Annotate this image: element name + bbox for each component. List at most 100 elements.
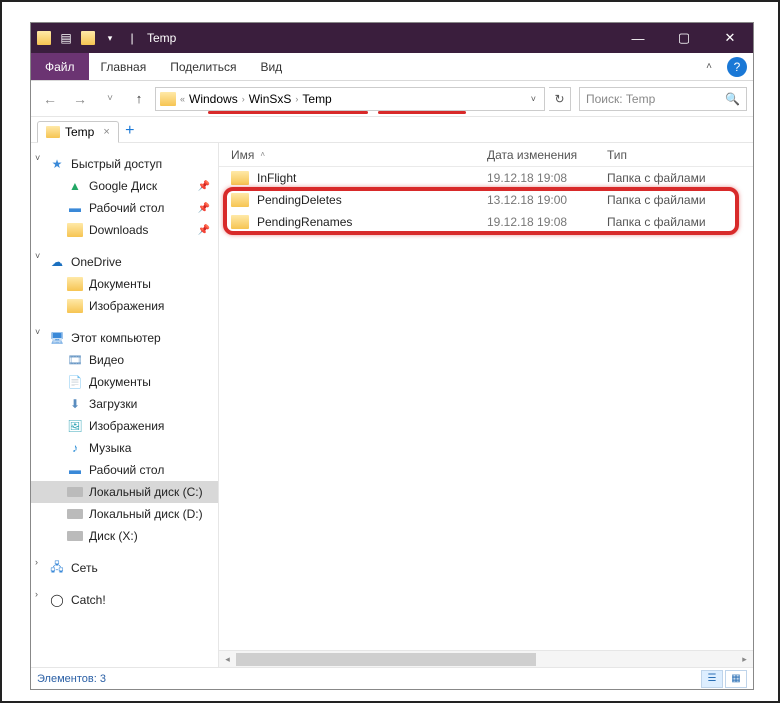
ribbon-tab-view[interactable]: Вид — [248, 53, 294, 80]
tree-item-disk-x[interactable]: Диск (X:) — [31, 525, 218, 547]
tree-onedrive[interactable]: ☁OneDrive — [31, 251, 218, 273]
tree-quick-access[interactable]: ★Быстрый доступ — [31, 153, 218, 175]
nav-forward-button[interactable]: → — [67, 86, 93, 112]
scroll-thumb[interactable] — [236, 653, 536, 666]
tree-label: Быстрый доступ — [71, 157, 162, 171]
annotation-underline — [378, 111, 466, 114]
nav-back-button[interactable]: ← — [37, 86, 63, 112]
breadcrumb-winsxs[interactable]: WinSxS› — [249, 92, 299, 106]
tree-item-desktop[interactable]: ▬Рабочий стол📌 — [31, 197, 218, 219]
tab-folder-icon — [46, 126, 60, 138]
list-item[interactable]: PendingDeletes 13.12.18 19:00 Папка с фа… — [219, 189, 753, 211]
tree-label: Catch! — [71, 593, 106, 607]
list-item[interactable]: InFlight 19.12.18 19:08 Папка с файлами — [219, 167, 753, 189]
scroll-right-button[interactable]: ▸ — [736, 651, 753, 668]
folder-icon — [231, 215, 249, 229]
app-icon: ◯ — [49, 593, 65, 607]
tree-item-disk-c[interactable]: Локальный диск (C:) — [31, 481, 218, 503]
address-bar[interactable]: « Windows› WinSxS› Temp ˅ — [155, 87, 545, 111]
folder-icon — [67, 223, 83, 237]
column-name[interactable]: Имя˄ — [231, 148, 487, 162]
search-icon: 🔍 — [725, 92, 740, 106]
tree-item-pictures[interactable]: 🖼Изображения — [31, 415, 218, 437]
breadcrumb-windows[interactable]: Windows› — [189, 92, 245, 106]
breadcrumb-label: WinSxS — [249, 92, 292, 106]
horizontal-scrollbar[interactable]: ◂ ▸ — [219, 650, 753, 667]
explorer-window: ▤ ▾ | Temp — ▢ ✕ Файл Главная Поделиться… — [30, 22, 754, 690]
search-input[interactable]: Поиск: Temp 🔍 — [579, 87, 747, 111]
chevron-down-icon[interactable]: ˅ — [35, 153, 40, 163]
maximize-button[interactable]: ▢ — [661, 23, 707, 53]
tree-item-documents[interactable]: 📄Документы — [31, 371, 218, 393]
file-list: InFlight 19.12.18 19:08 Папка с файлами … — [219, 167, 753, 650]
tree-item-disk-d[interactable]: Локальный диск (D:) — [31, 503, 218, 525]
tree-catch[interactable]: ◯ Catch! — [31, 589, 218, 611]
tree-item-desktop[interactable]: ▬Рабочий стол — [31, 459, 218, 481]
tree-item-downloads[interactable]: Downloads 📌 — [31, 219, 218, 241]
qat-newfolder-icon[interactable] — [81, 31, 95, 45]
refresh-button[interactable]: ↻ — [549, 87, 571, 111]
minimize-button[interactable]: — — [615, 23, 661, 53]
column-type[interactable]: Тип — [607, 148, 753, 162]
app-folder-icon — [37, 31, 51, 45]
annotation-underline — [208, 111, 368, 114]
tree-item-images[interactable]: Изображения — [31, 295, 218, 317]
breadcrumb-overflow[interactable]: « — [180, 94, 185, 104]
view-details-button[interactable]: ☰ — [701, 670, 723, 688]
scroll-left-button[interactable]: ◂ — [219, 651, 236, 668]
chevron-down-icon[interactable]: ˅ — [35, 327, 40, 337]
tree-item-downloads[interactable]: ⬇Загрузки — [31, 393, 218, 415]
tree-this-pc[interactable]: 🖥Этот компьютер — [31, 327, 218, 349]
ribbon-tab-share[interactable]: Поделиться — [158, 53, 248, 80]
breadcrumb-temp[interactable]: Temp — [302, 92, 331, 106]
tree-label: Музыка — [89, 441, 131, 455]
nav-recent-button[interactable]: ˅ — [97, 86, 123, 112]
file-name: PendingRenames — [257, 215, 487, 229]
chevron-down-icon[interactable]: ˅ — [35, 251, 40, 261]
ribbon-bar: Файл Главная Поделиться Вид ˄ ? — [31, 53, 753, 81]
disk-icon — [67, 487, 83, 497]
tree-item-gdrive[interactable]: ▲Google Диск📌 — [31, 175, 218, 197]
qat-properties-icon[interactable]: ▤ — [59, 31, 73, 45]
ribbon-tab-home[interactable]: Главная — [89, 53, 159, 80]
help-icon[interactable]: ? — [727, 57, 747, 77]
window-title: Temp — [139, 31, 176, 45]
tree-item-documents[interactable]: Документы — [31, 273, 218, 295]
tree-label: Сеть — [71, 561, 98, 575]
file-type: Папка с файлами — [607, 215, 706, 229]
file-date: 19.12.18 19:08 — [487, 215, 607, 229]
list-item[interactable]: PendingRenames 19.12.18 19:08 Папка с фа… — [219, 211, 753, 233]
chevron-right-icon[interactable]: › — [35, 557, 38, 567]
status-bar: Элементов: 3 ☰ ▦ — [31, 667, 753, 689]
column-date[interactable]: Дата изменения — [487, 148, 607, 162]
nav-up-button[interactable]: ↑ — [127, 87, 151, 111]
scroll-track[interactable] — [236, 651, 736, 668]
tab-add-button[interactable]: + — [119, 120, 141, 142]
qat-dropdown-icon[interactable]: ▾ — [103, 31, 117, 45]
chevron-right-icon: › — [242, 94, 245, 104]
tree-label: Downloads — [89, 223, 148, 237]
tree-network[interactable]: 🖧Сеть — [31, 557, 218, 579]
search-placeholder: Поиск: Temp — [586, 92, 655, 106]
close-button[interactable]: ✕ — [707, 23, 753, 53]
documents-icon: 📄 — [67, 375, 83, 389]
tree-label: Рабочий стол — [89, 463, 164, 477]
ribbon-collapse-icon[interactable]: ˄ — [697, 61, 721, 72]
tab-close-icon[interactable]: × — [99, 126, 109, 138]
address-dropdown-icon[interactable]: ˅ — [527, 94, 540, 104]
tree-item-video[interactable]: 🎞Видео — [31, 349, 218, 371]
folder-icon — [231, 193, 249, 207]
tree-item-music[interactable]: ♪Музыка — [31, 437, 218, 459]
navigation-pane: ˅ ★Быстрый доступ ▲Google Диск📌 ▬Рабочий… — [31, 143, 219, 667]
tab-label: Temp — [65, 125, 94, 139]
tab-temp[interactable]: Temp × — [37, 121, 119, 143]
ribbon-file-tab[interactable]: Файл — [31, 53, 89, 80]
pc-icon: 🖥 — [49, 331, 65, 345]
sort-caret-icon: ˄ — [260, 150, 265, 159]
tree-label: Загрузки — [89, 397, 137, 411]
folder-icon — [231, 171, 249, 185]
pin-icon: 📌 — [198, 225, 210, 236]
chevron-right-icon[interactable]: › — [35, 589, 38, 599]
gdrive-icon: ▲ — [67, 179, 83, 193]
view-icons-button[interactable]: ▦ — [725, 670, 747, 688]
